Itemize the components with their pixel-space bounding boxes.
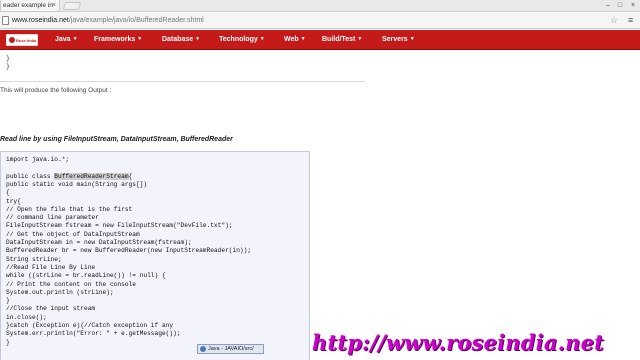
url-field[interactable]: www.roseindia.net/java/example/java/io/B… [12, 14, 204, 27]
code-line: { [6, 189, 10, 197]
chevron-down-icon: ▼ [72, 36, 78, 42]
tab-title: eader example in [3, 2, 53, 9]
nav-item-web[interactable]: Web ▼ [284, 30, 306, 50]
new-tab-button[interactable] [62, 2, 82, 10]
output-description: This will produce the following Output : [0, 87, 112, 94]
nav-item-frameworks[interactable]: Frameworks ▼ [94, 30, 142, 50]
code-line: public static void main(String args[]) [6, 180, 148, 188]
bookmark-star-icon[interactable]: ☆ [610, 14, 618, 27]
chevron-down-icon: ▼ [357, 36, 363, 42]
nav-item-build-test[interactable]: Build/Test ▼ [322, 30, 362, 50]
site-logo[interactable]: Rose India [6, 34, 38, 46]
code-line: } [6, 63, 10, 70]
main-content: } } This will produce the following Outp… [0, 51, 365, 360]
nav-item-database[interactable]: Database ▼ [162, 30, 200, 50]
code-line: String strLine; [6, 255, 62, 263]
code-line: BufferedReader br = new BufferedReader(n… [6, 247, 252, 255]
code-line: // Print the content on the console [6, 280, 136, 288]
code-line: // Open the file that is the first [6, 205, 133, 213]
code-line: }catch (Exception e){//Catch exception i… [6, 322, 174, 329]
chevron-down-icon: ▼ [195, 36, 201, 42]
code-line: DataInputStream in = new DataInputStream… [6, 239, 192, 246]
code-line: // Get the object of DataInputStream [6, 230, 140, 238]
watermark: http://www.roseindia.net [312, 330, 605, 355]
page-icon [2, 16, 9, 25]
code-line: //Read File Line By Line [6, 263, 96, 271]
chevron-down-icon: ▼ [300, 36, 306, 42]
code-line: //Close the input stream [6, 305, 96, 313]
selected-class-name: BufferedReaderStream [54, 172, 129, 180]
minimize-icon[interactable]: – [603, 0, 613, 11]
code-line: import java.io.*; [6, 156, 70, 163]
tab-close-icon[interactable]: × [52, 0, 56, 11]
code-line: public class BufferedReaderStream{ [6, 172, 133, 180]
code-line: try{ [6, 197, 21, 205]
browser-menu-icon[interactable]: ≡ [628, 14, 633, 27]
site-navbar: Rose India Java ▼ Frameworks ▼ Database ▼ T… [0, 30, 640, 50]
restore-icon[interactable]: □ [615, 0, 625, 11]
nav-item-java[interactable]: Java ▼ [55, 30, 78, 50]
url-path: /java/example/java/io/BufferedReader.sht… [68, 17, 204, 24]
taskbar-tooltip[interactable]: Java - JAVAIO/src/ [197, 344, 264, 354]
section-heading: Read line by using FileInputStream, Data… [0, 136, 233, 143]
address-bar: www.roseindia.net/java/example/java/io/B… [0, 12, 640, 29]
nav-item-servers[interactable]: Servers ▼ [382, 30, 415, 50]
chevron-down-icon: ▼ [137, 36, 143, 42]
browser-tab[interactable]: eader example in × [0, 0, 60, 12]
url-host: www.roseindia.net [12, 17, 69, 24]
window-close-icon[interactable]: × [628, 0, 638, 11]
code-line: } [6, 338, 10, 346]
taskbar-label: Java - JAVAIO/src/ [208, 346, 254, 352]
browser-tabstrip: eader example in × – □ × [0, 0, 640, 12]
java-icon [200, 346, 206, 352]
code-line: FileInputStream fstream = new FileInputS… [6, 222, 233, 230]
code-line: while ((strLine = br.readLine()) != null… [6, 272, 166, 280]
code-block: import java.io.*; public class BufferedRe… [0, 151, 310, 360]
logo-text: Rose India [16, 38, 37, 43]
code-line: // command line parameter [6, 214, 99, 222]
code-line: } [6, 297, 10, 305]
chevron-down-icon: ▼ [409, 36, 415, 42]
chevron-down-icon: ▼ [259, 36, 265, 42]
code-line: } [6, 55, 10, 62]
logo-mark-icon [9, 37, 15, 43]
code-line: in.close(); [6, 313, 47, 321]
nav-item-technology[interactable]: Technology ▼ [219, 30, 265, 50]
code-line: System.err.println("Error: " + e.getMess… [6, 330, 181, 338]
code-line: System.out.println (strLine); [6, 288, 114, 296]
previous-code-tail: } } [0, 51, 365, 82]
